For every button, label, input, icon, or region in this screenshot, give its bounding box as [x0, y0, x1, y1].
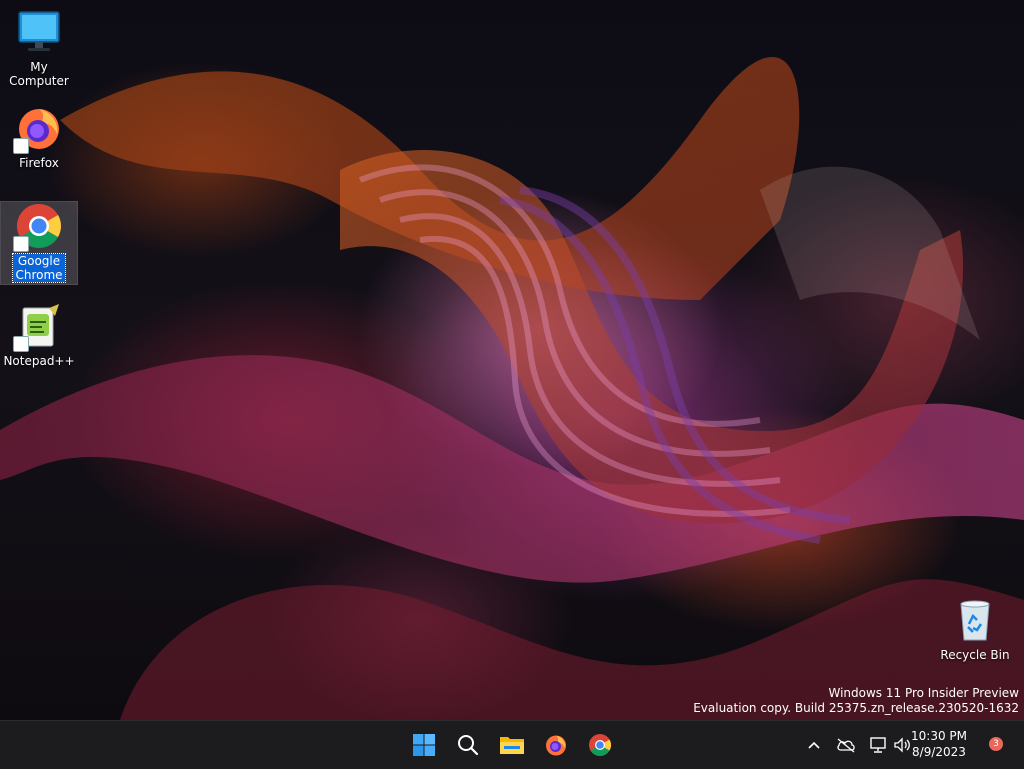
desktop-icon-label: My Computer: [9, 60, 69, 88]
chevron-up-icon: [808, 741, 820, 749]
recycle-bin-icon: [951, 596, 999, 644]
search-icon: [458, 735, 479, 756]
chrome-icon: [589, 734, 611, 756]
shortcut-arrow-icon: [13, 236, 29, 252]
notepad-plus-plus-icon: [13, 302, 63, 352]
evaluation-watermark: Windows 11 Pro Insider Preview Evaluatio…: [693, 686, 1019, 716]
taskbar-chrome[interactable]: [584, 729, 616, 761]
show-hidden-icons-button[interactable]: [802, 733, 826, 757]
desktop-icon-my-computer[interactable]: My Computer: [1, 8, 77, 88]
chrome-icon: [13, 202, 63, 252]
watermark-line-1: Windows 11 Pro Insider Preview: [828, 686, 1019, 700]
cloud-offline-icon: [837, 738, 855, 753]
windows-start-icon: [413, 734, 435, 756]
desktop-icon-recycle-bin[interactable]: Recycle Bin: [937, 596, 1013, 662]
notification-badge[interactable]: 3: [989, 737, 1003, 751]
firefox-icon: [546, 735, 566, 756]
taskbar: 10:30 PM 8/9/2023: [0, 720, 1024, 769]
desktop-wallpaper: [0, 0, 1024, 720]
taskbar-file-explorer[interactable]: [496, 729, 528, 761]
start-button[interactable]: [408, 729, 440, 761]
onedrive-tray-button[interactable]: [834, 733, 858, 757]
network-tray-button[interactable]: [866, 733, 890, 757]
desktop-icon-label: Recycle Bin: [940, 648, 1010, 662]
desktop-icon-firefox[interactable]: Firefox: [1, 104, 77, 170]
taskbar-search-button[interactable]: [452, 729, 484, 761]
monitor-icon: [15, 8, 63, 56]
desktop-icon-notepad-plus-plus[interactable]: Notepad++: [1, 302, 77, 368]
desktop-icon-google-chrome[interactable]: Google Chrome: [0, 201, 78, 285]
clock-date: 8/9/2023: [912, 745, 966, 759]
desktop-icon-label: Notepad++: [3, 354, 75, 368]
firefox-icon: [13, 104, 63, 154]
watermark-line-2: Evaluation copy. Build 25375.zn_release.…: [693, 701, 1019, 715]
shortcut-arrow-icon: [13, 138, 29, 154]
file-explorer-icon: [500, 737, 524, 754]
desktop-icon-label: Firefox: [19, 156, 59, 170]
clock-time: 10:30 PM: [911, 729, 967, 743]
shortcut-arrow-icon: [13, 336, 29, 352]
desktop-icon-label: Google Chrome: [12, 253, 66, 283]
network-icon: [870, 737, 886, 753]
taskbar-firefox[interactable]: [540, 729, 572, 761]
system-clock[interactable]: 10:30 PM 8/9/2023: [904, 728, 974, 760]
